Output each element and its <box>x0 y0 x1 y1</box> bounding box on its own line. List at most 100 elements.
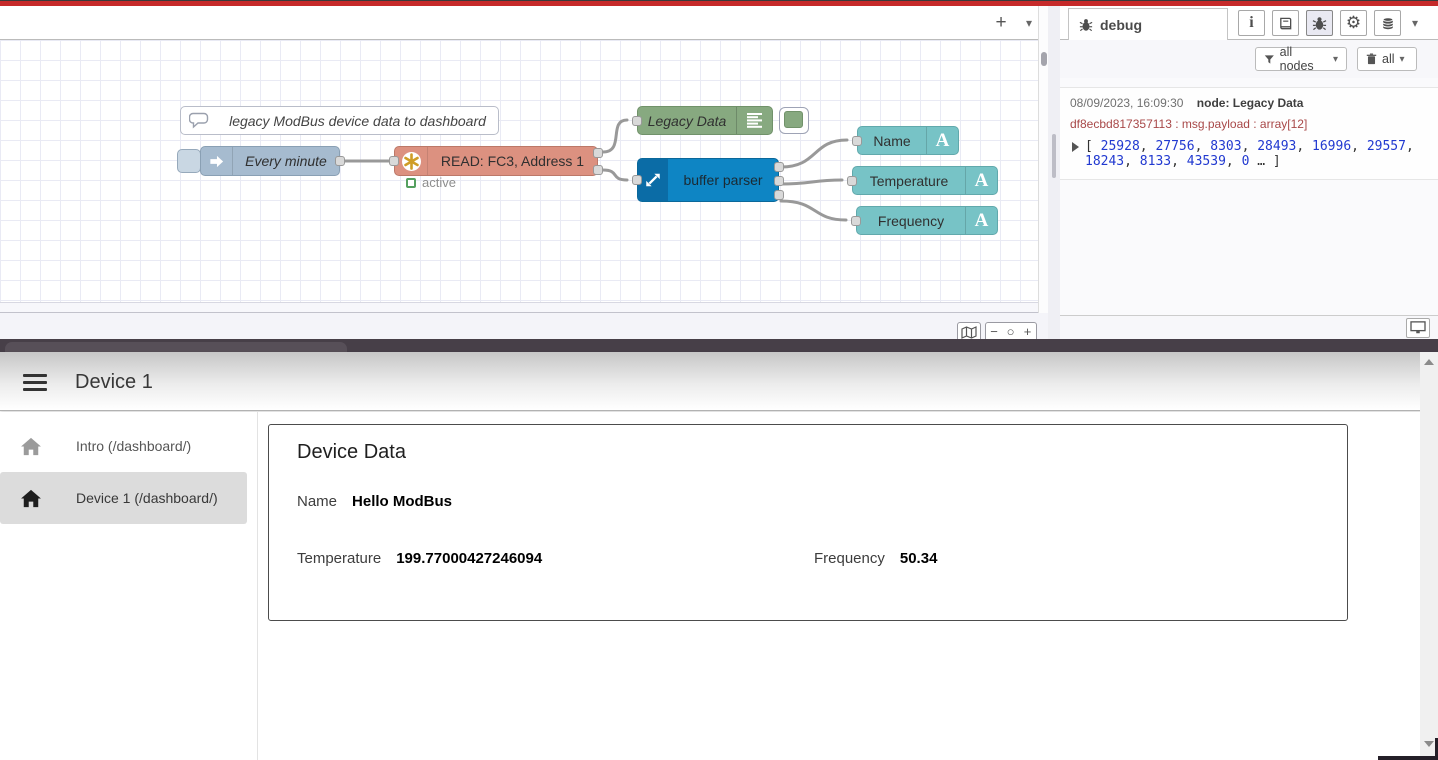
sidebar-item-intro[interactable]: Intro (/dashboard/) <box>0 423 247 469</box>
modbus-read-label: READ: FC3, Address 1 <box>428 153 597 169</box>
flow-tab-bar: + ▾ <box>0 6 1038 40</box>
debug-tab-button[interactable] <box>1306 10 1333 36</box>
sidebar-menu-caret-icon[interactable]: ▾ <box>1412 16 1418 30</box>
dashboard-page-title: Device 1 <box>75 371 153 394</box>
filter-funnel-icon <box>1264 54 1275 65</box>
node-port[interactable] <box>774 176 784 186</box>
node-port[interactable] <box>593 165 603 175</box>
filter-label: all nodes <box>1280 45 1328 73</box>
inject-trigger-button[interactable] <box>177 149 201 173</box>
node-inject[interactable]: Every minute <box>200 146 340 176</box>
debug-tab-bar: debug i ⚙ <box>1060 6 1438 40</box>
context-tab-button[interactable] <box>1374 10 1401 36</box>
node-ui-text-name[interactable]: Name A <box>857 126 959 155</box>
info-icon: i <box>1249 14 1253 32</box>
debug-msg-path: df8ecbd817357113 : msg.payload : array[1… <box>1070 117 1428 131</box>
debug-node-label: Legacy Data <box>638 113 736 129</box>
node-comment[interactable]: legacy ModBus device data to dashboard <box>180 106 499 135</box>
scroll-up-icon[interactable] <box>1424 359 1434 365</box>
caret-down-icon: ▾ <box>1400 54 1405 65</box>
node-ui-text-frequency[interactable]: Frequency A <box>856 206 998 235</box>
clear-label: all <box>1382 52 1395 66</box>
node-port[interactable] <box>847 176 857 186</box>
debug-filter-button[interactable]: all nodes ▾ <box>1255 47 1347 71</box>
flow-editor: + ▾ legacy ModBus device data to dashboa… <box>0 6 1060 339</box>
comment-label: legacy ModBus device data to dashboard <box>217 113 498 129</box>
node-port[interactable] <box>774 190 784 200</box>
node-port[interactable] <box>632 116 642 126</box>
field-label: Frequency <box>814 550 885 567</box>
field-label: Temperature <box>297 550 381 567</box>
device-data-card: Device Data Name Hello ModBus Temperature… <box>268 424 1348 621</box>
trash-icon <box>1366 53 1377 65</box>
bug-icon <box>1079 18 1093 32</box>
window-border <box>1378 756 1438 760</box>
text-A-icon: A <box>965 207 997 234</box>
field-value: 50.34 <box>900 550 938 567</box>
debug-sidebar: debug i ⚙ <box>1060 6 1438 339</box>
help-tab-button[interactable] <box>1272 10 1299 36</box>
modbus-asterisk-icon <box>395 147 428 175</box>
debug-clear-button[interactable]: all ▾ <box>1357 47 1417 71</box>
field-value: 199.77000427246094 <box>396 550 542 567</box>
home-icon <box>20 489 42 508</box>
node-port[interactable] <box>593 148 603 158</box>
bug-icon <box>1312 16 1327 31</box>
node-modbus-read[interactable]: READ: FC3, Address 1 <box>394 146 598 176</box>
debug-footer <box>1060 315 1438 339</box>
sidebar-item-label: Device 1 (/dashboard/) <box>76 490 218 506</box>
sidebar-splitter[interactable] <box>1048 6 1060 339</box>
debug-list-icon <box>736 107 772 134</box>
node-port[interactable] <box>389 156 399 166</box>
buffer-parser-label: buffer parser <box>668 172 778 188</box>
sidebar-item-label: Intro (/dashboard/) <box>76 438 191 454</box>
debug-payload-numbers: [ 25928, 27756, 8303, 28493, 16996, 2955… <box>1085 139 1425 169</box>
node-port[interactable] <box>852 136 862 146</box>
field-value: Hello ModBus <box>352 493 452 510</box>
node-debug-legacy-data[interactable]: Legacy Data <box>637 106 773 135</box>
field-label: Name <box>297 493 337 510</box>
add-flow-button[interactable]: + <box>988 10 1014 36</box>
node-ui-text-temperature[interactable]: Temperature A <box>852 166 998 195</box>
home-icon <box>20 437 42 456</box>
dashboard-window-chrome <box>0 339 1438 352</box>
dashboard-main: Device Data Name Hello ModBus Temperature… <box>258 412 1420 760</box>
caret-down-icon: ▾ <box>1333 54 1338 65</box>
debug-tab-label: debug <box>1100 17 1142 33</box>
browser-tab-shape <box>5 342 347 352</box>
text-A-icon: A <box>965 167 997 194</box>
tab-debug[interactable]: debug <box>1068 8 1228 40</box>
node-buffer-parser[interactable]: buffer parser <box>637 158 779 202</box>
node-port[interactable] <box>335 156 345 166</box>
ui-text-label: Frequency <box>857 213 965 229</box>
dashboard-header: Device 1 <box>0 352 1438 411</box>
debug-enable-toggle[interactable] <box>779 107 809 134</box>
info-tab-button[interactable]: i <box>1238 10 1265 36</box>
workspace-vscrollbar[interactable] <box>1038 6 1048 313</box>
workspace-hscrollbar[interactable] <box>0 302 1038 313</box>
node-port[interactable] <box>851 216 861 226</box>
node-port[interactable] <box>774 162 784 172</box>
debug-toolbar: all nodes ▾ all ▾ <box>1060 40 1438 78</box>
node-port[interactable] <box>632 175 642 185</box>
monitor-icon <box>1410 321 1426 335</box>
gear-icon: ⚙ <box>1346 13 1361 33</box>
config-tab-button[interactable]: ⚙ <box>1340 10 1367 36</box>
debug-message[interactable]: 08/09/2023, 16:09:30 node: Legacy Data d… <box>1060 87 1438 180</box>
editor-footer: − ○ + <box>0 313 1048 339</box>
open-debug-window-button[interactable] <box>1406 318 1430 338</box>
dashboard-scrollbar[interactable] <box>1420 352 1438 757</box>
menu-hamburger-icon[interactable] <box>23 374 47 391</box>
dashboard-window: Device 1 Intro (/dashboard/) Device 1 (/… <box>0 339 1438 760</box>
sidebar-item-device-1[interactable]: Device 1 (/dashboard/) <box>0 472 247 524</box>
inject-label: Every minute <box>233 153 339 169</box>
inject-arrow-icon <box>201 147 233 175</box>
expand-caret-icon[interactable] <box>1072 142 1079 152</box>
text-A-icon: A <box>926 127 958 154</box>
scroll-down-icon[interactable] <box>1424 741 1434 747</box>
node-status-text: active <box>422 175 456 190</box>
debug-msg-node: node: Legacy Data <box>1197 96 1304 110</box>
node-status-dot <box>406 178 416 188</box>
comment-bubble-icon <box>181 107 217 134</box>
card-title: Device Data <box>297 441 406 464</box>
